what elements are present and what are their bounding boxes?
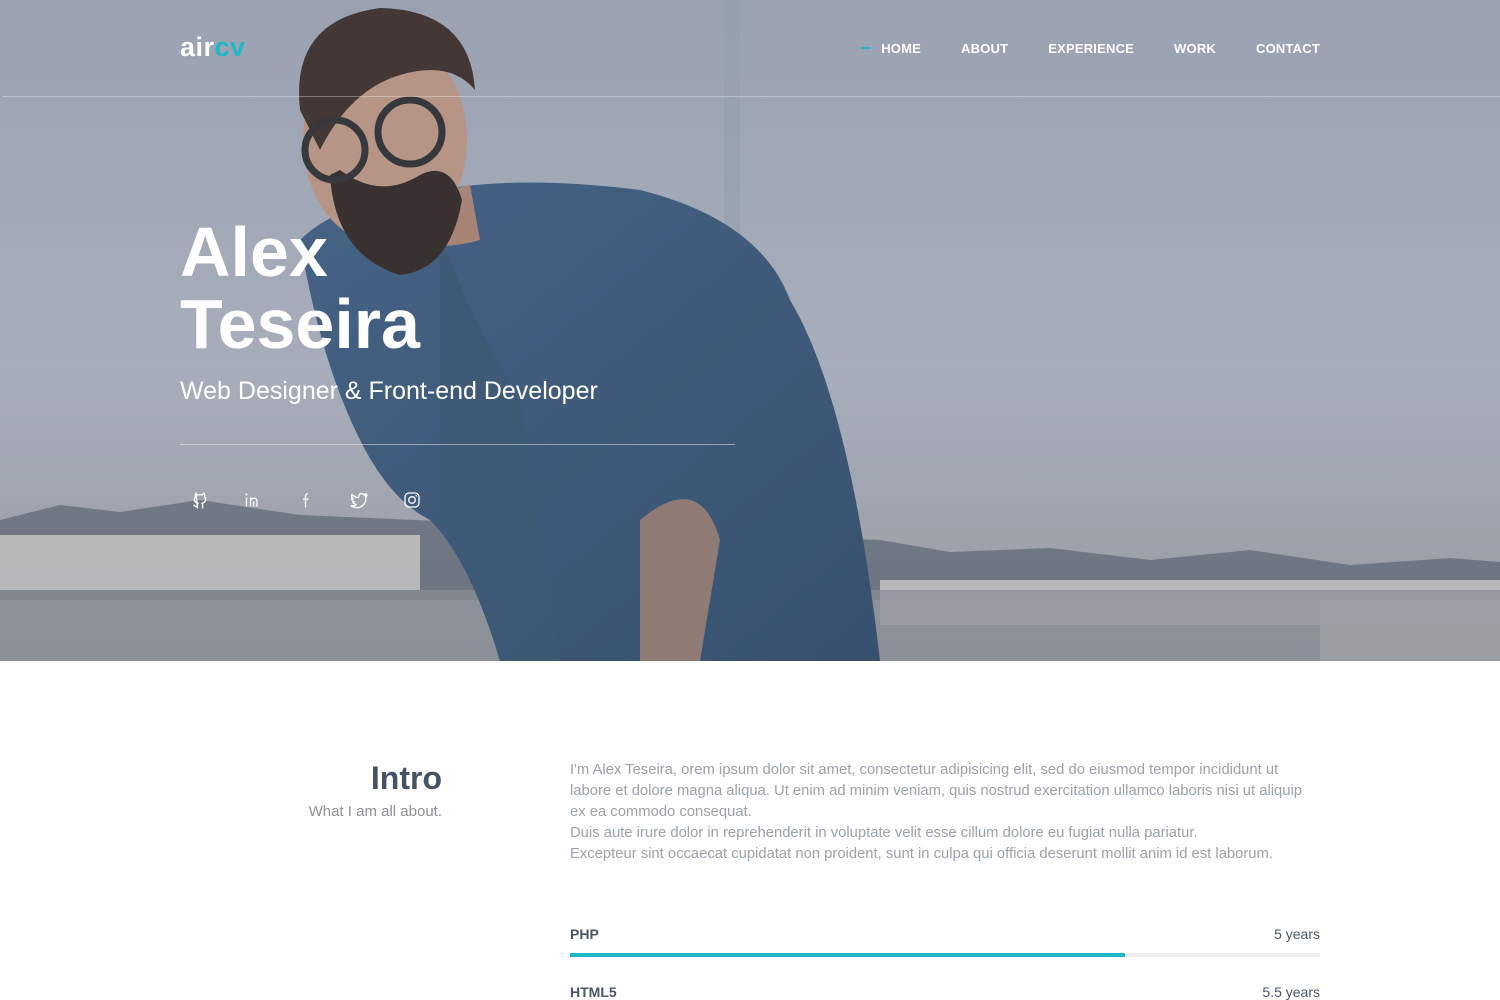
- skill-name: PHP: [570, 926, 599, 942]
- skill-progress-fill: [570, 953, 1125, 957]
- nav-work[interactable]: WORK: [1174, 41, 1216, 56]
- hero-first-name: Alex: [180, 213, 328, 291]
- hero-section: aircv HOME ABOUT EXPERIENCE WORK CONTACT…: [0, 0, 1500, 661]
- nav-about[interactable]: ABOUT: [961, 41, 1008, 56]
- intro-paragraph: Duis aute irure dolor in reprehenderit i…: [570, 825, 1198, 841]
- hero-name: Alex Teseira: [180, 216, 420, 360]
- logo[interactable]: aircv: [180, 32, 246, 63]
- linkedin-icon[interactable]: [241, 488, 265, 512]
- intro-text: I'm Alex Teseira, orem ipsum dolor sit a…: [570, 760, 1320, 865]
- intro-paragraph: I'm Alex Teseira, orem ipsum dolor sit a…: [570, 762, 1302, 820]
- hero-subtitle: Web Designer & Front-end Developer: [180, 377, 598, 405]
- nav-experience[interactable]: EXPERIENCE: [1048, 41, 1134, 56]
- nav-contact[interactable]: CONTACT: [1256, 41, 1320, 56]
- logo-accent-text: cv: [214, 32, 246, 62]
- instagram-icon[interactable]: [400, 488, 424, 512]
- facebook-icon[interactable]: [294, 488, 318, 512]
- skill-years: 5 years: [1274, 926, 1320, 942]
- logo-text: air: [180, 32, 215, 62]
- intro-title: Intro: [370, 760, 442, 796]
- nav-home[interactable]: HOME: [861, 41, 921, 56]
- skill-progress-track: [570, 953, 1320, 957]
- intro-paragraph: Excepteur sint occaecat cupidatat non pr…: [570, 846, 1273, 862]
- main-nav: HOME ABOUT EXPERIENCE WORK CONTACT: [861, 41, 1320, 56]
- skill-name: HTML5: [570, 984, 617, 1000]
- github-icon[interactable]: [188, 488, 212, 512]
- header-divider: [2, 96, 1500, 97]
- twitter-icon[interactable]: [347, 488, 371, 512]
- hero-last-name: Teseira: [180, 285, 420, 363]
- skill-years: 5.5 years: [1262, 984, 1320, 1000]
- intro-subtitle: What I am all about.: [308, 803, 442, 820]
- hero-divider: [180, 444, 735, 445]
- social-links: [188, 488, 453, 512]
